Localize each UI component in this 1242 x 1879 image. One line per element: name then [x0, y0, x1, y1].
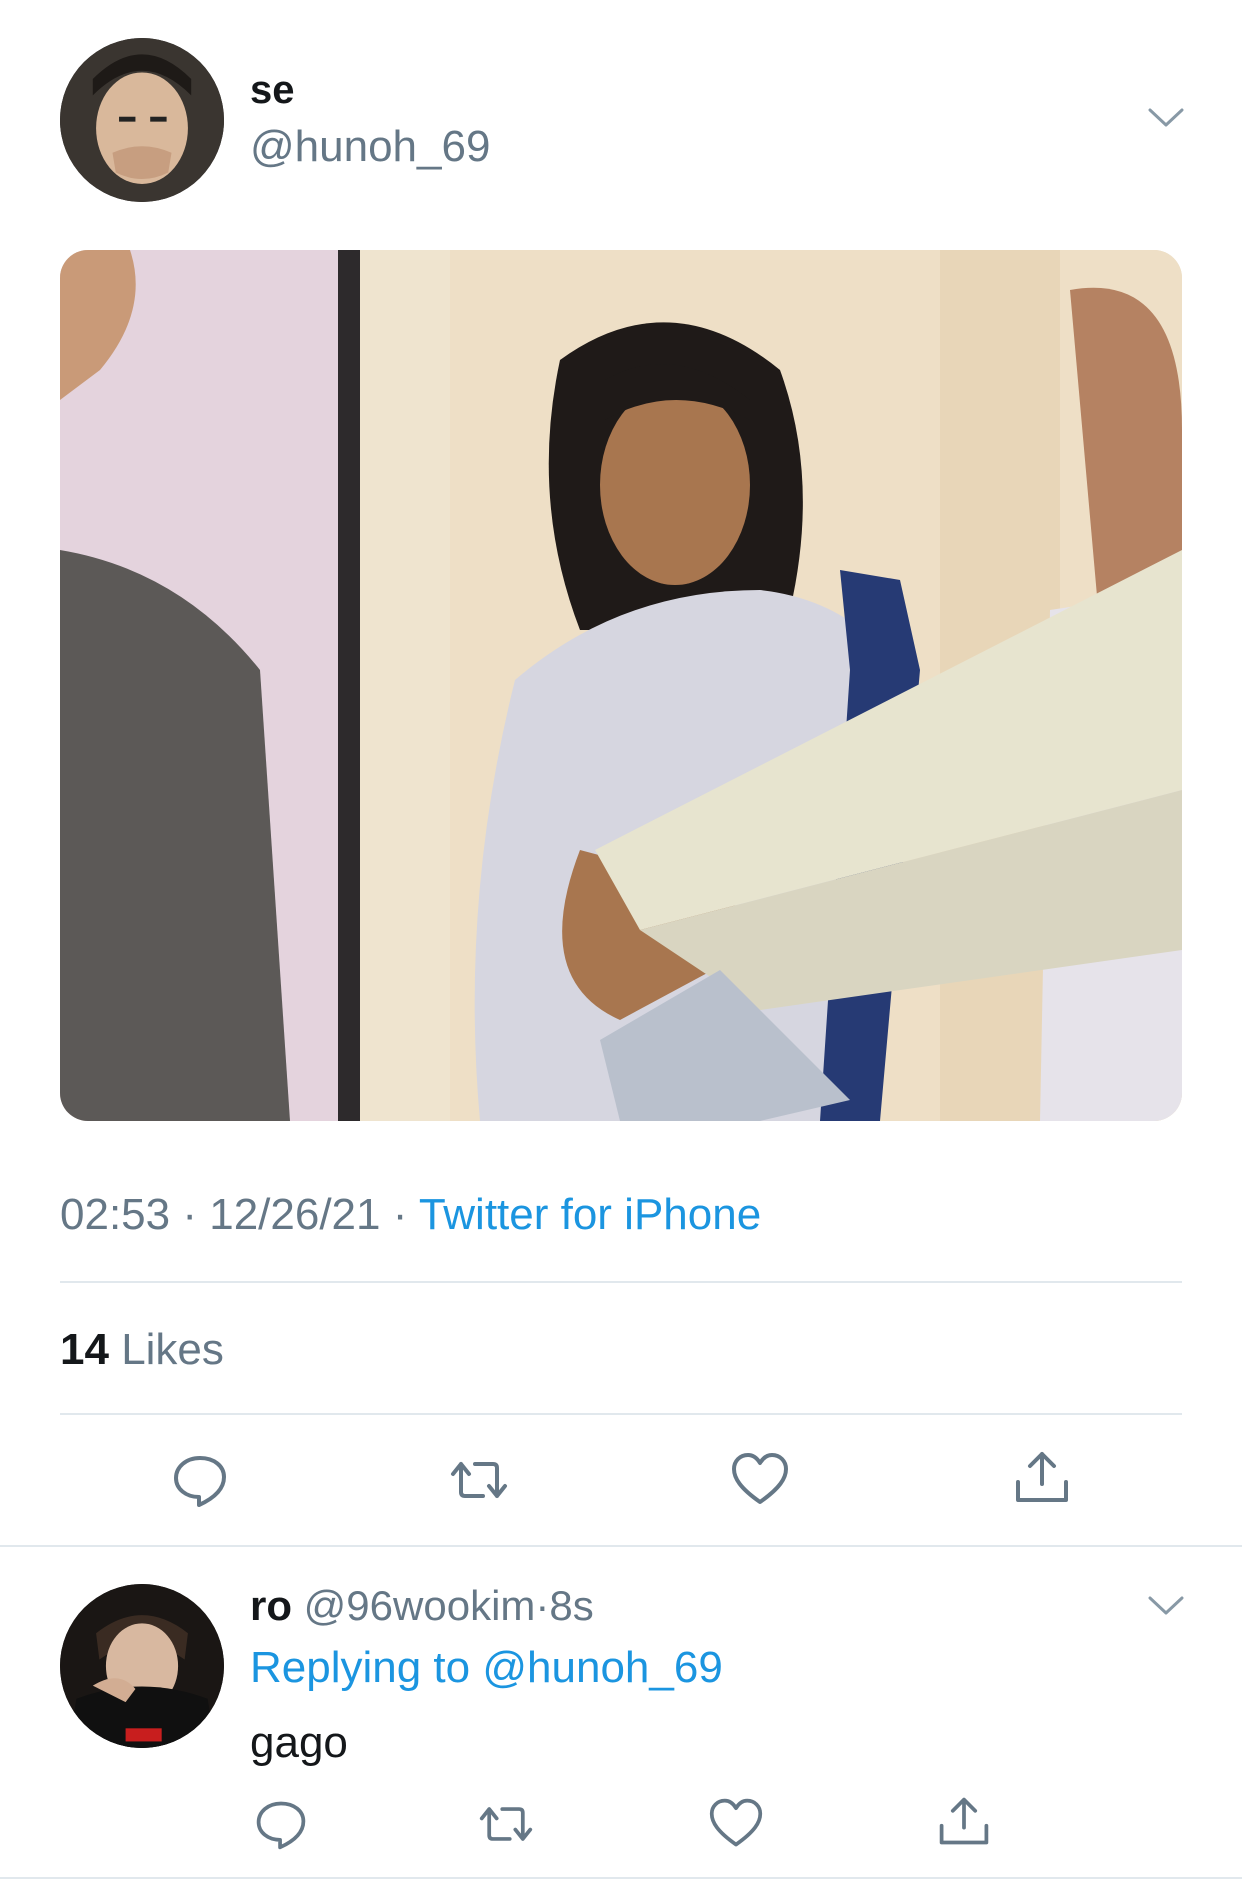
- divider: [0, 1545, 1242, 1547]
- tweet-source-link[interactable]: Twitter for iPhone: [419, 1190, 761, 1239]
- reply-age: 8s: [549, 1582, 594, 1629]
- reply-dot: ·: [535, 1582, 550, 1629]
- chevron-down-icon[interactable]: [1148, 1596, 1184, 1616]
- reply-icon[interactable]: [170, 1450, 230, 1510]
- replying-to-handle[interactable]: @hunoh_69: [482, 1643, 722, 1692]
- tweet-time: 02:53: [60, 1190, 171, 1239]
- replying-to-label: Replying to: [250, 1643, 471, 1692]
- share-icon[interactable]: [1012, 1448, 1072, 1508]
- replying-to-line: Replying to @hunoh_69: [250, 1643, 723, 1693]
- divider: [60, 1413, 1182, 1415]
- reply-icon[interactable]: [253, 1796, 309, 1852]
- likes-count: 14: [60, 1325, 109, 1374]
- heart-icon[interactable]: [730, 1450, 790, 1510]
- likes-label: Likes: [121, 1325, 224, 1374]
- reply-header: ro @96wookim·8s: [250, 1582, 594, 1630]
- reply-author-handle[interactable]: @96wookim: [304, 1582, 536, 1629]
- meta-separator: ·: [380, 1190, 419, 1239]
- retweet-icon[interactable]: [449, 1450, 509, 1510]
- tweet-meta: 02:53 · 12/26/21 · Twitter for iPhone: [60, 1190, 761, 1240]
- heart-icon[interactable]: [708, 1796, 764, 1852]
- author-name[interactable]: se: [250, 68, 295, 113]
- meta-separator: ·: [170, 1190, 210, 1239]
- likes-stat[interactable]: 14 Likes: [60, 1325, 224, 1375]
- retweet-icon[interactable]: [478, 1796, 534, 1852]
- author-handle[interactable]: @hunoh_69: [250, 122, 490, 172]
- reply-text: gago: [250, 1718, 348, 1767]
- chevron-down-icon[interactable]: [1148, 108, 1184, 128]
- divider: [60, 1281, 1182, 1283]
- reply-author-avatar[interactable]: [60, 1584, 224, 1748]
- reply-author-name[interactable]: ro: [250, 1582, 292, 1629]
- tweet-photo[interactable]: [60, 250, 1182, 1121]
- author-avatar[interactable]: [60, 38, 224, 202]
- share-icon[interactable]: [936, 1794, 992, 1850]
- tweet-date: 12/26/21: [209, 1190, 381, 1239]
